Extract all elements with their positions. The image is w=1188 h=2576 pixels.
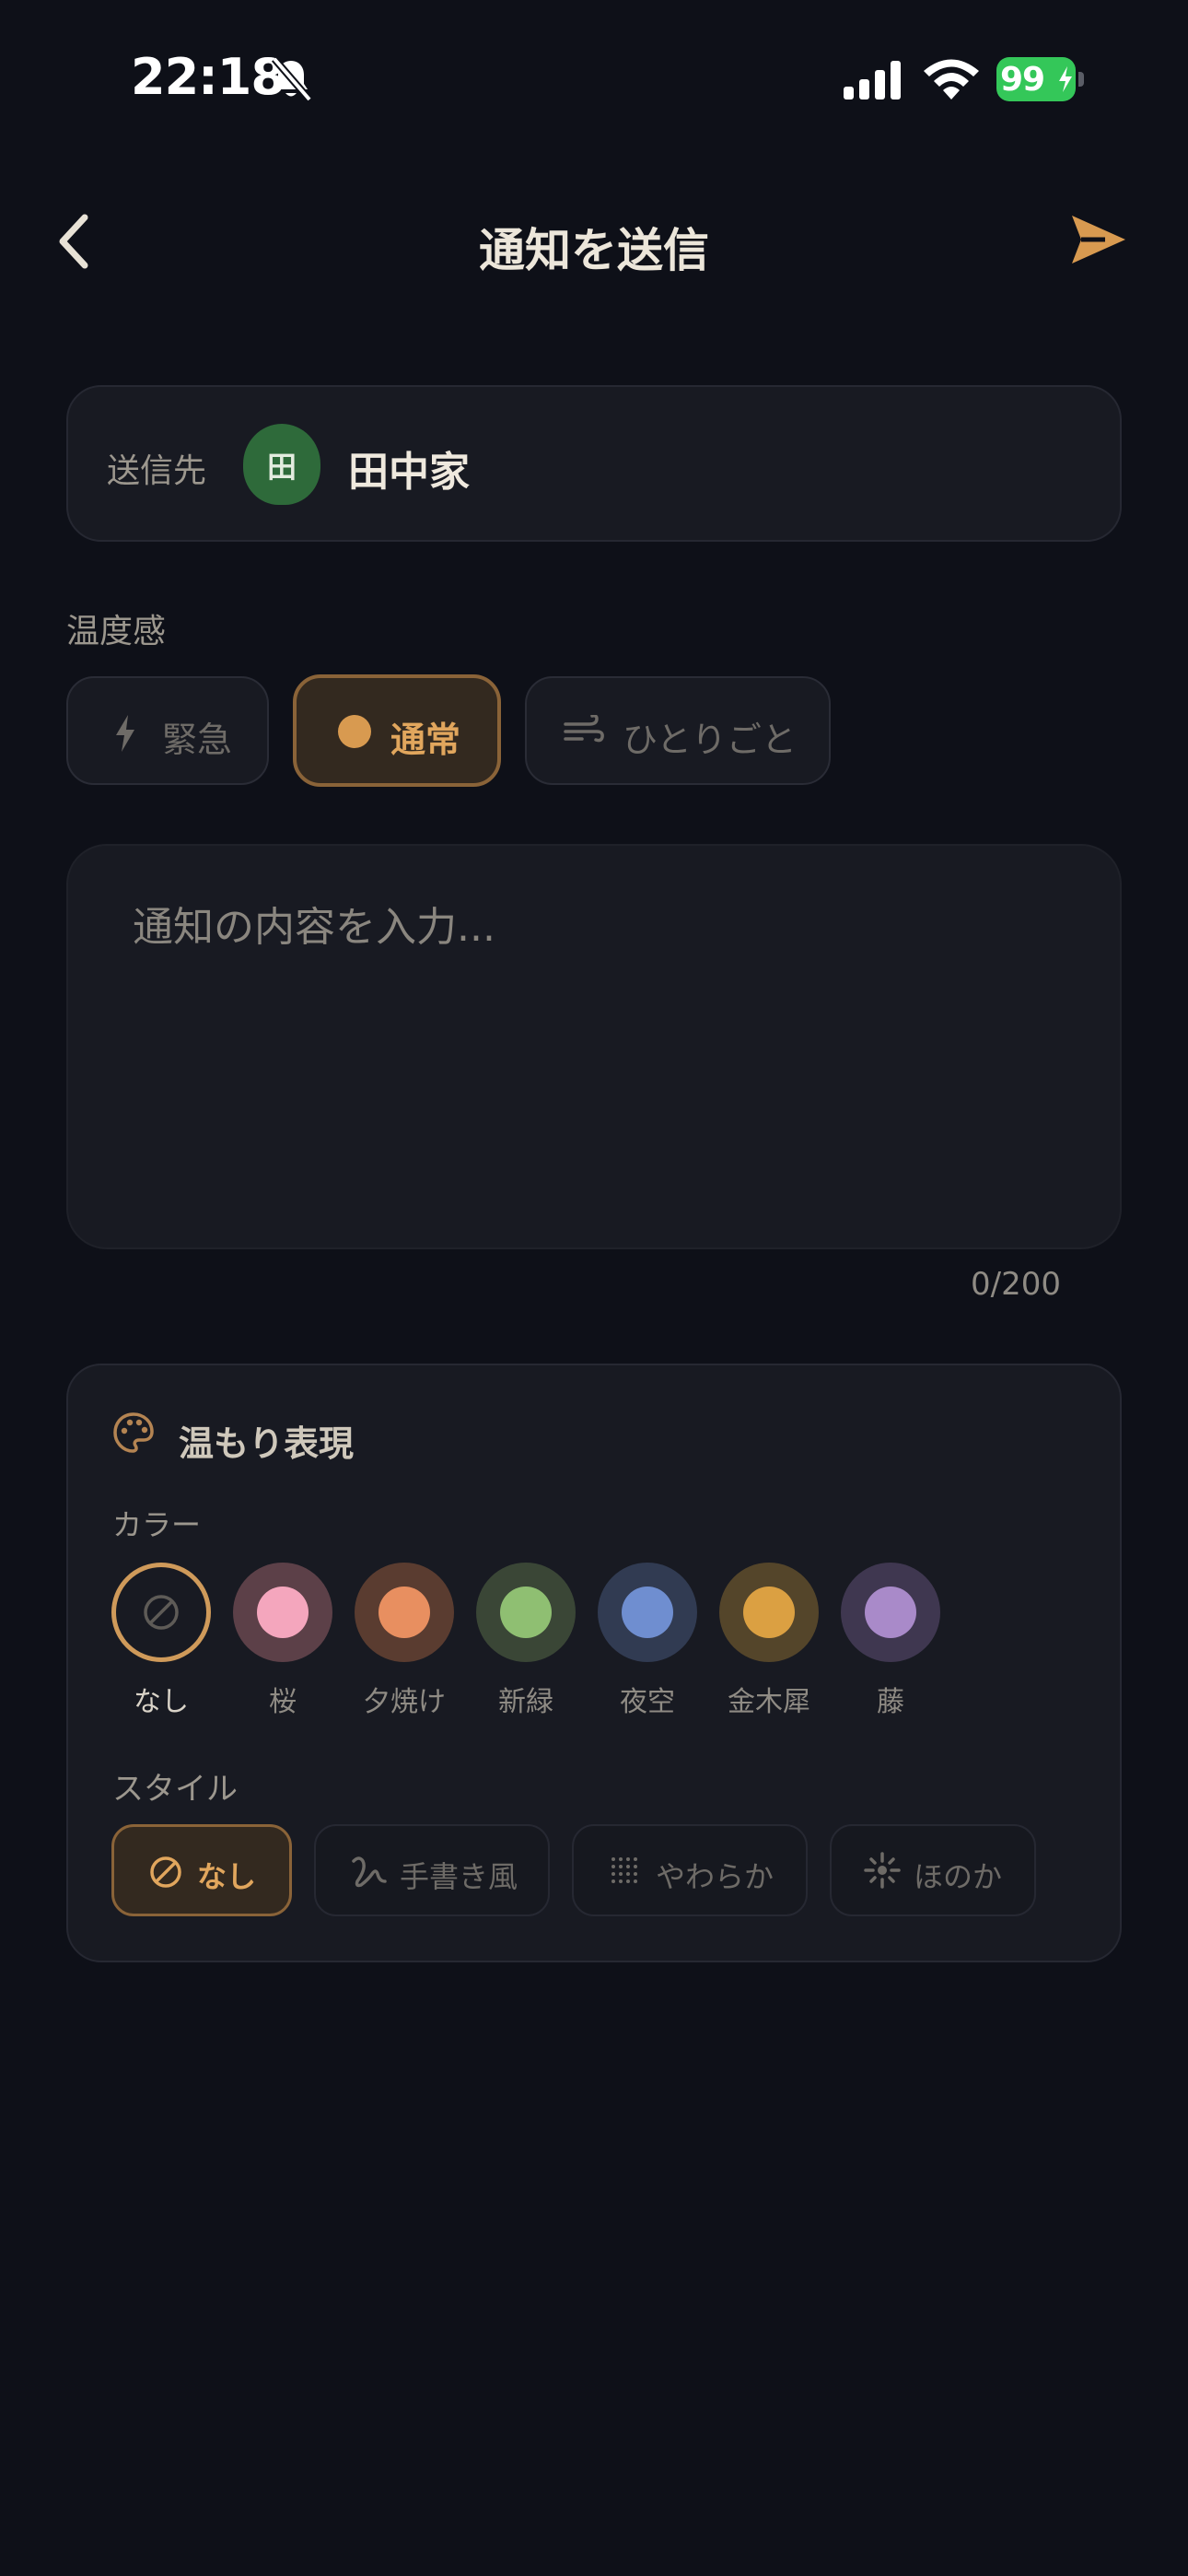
charging-bolt-icon — [1059, 66, 1072, 92]
recipient-name: 田中家 — [348, 449, 470, 496]
ban-icon — [144, 1595, 179, 1630]
recipient-label: 送信先 — [107, 452, 207, 490]
battery-indicator: 99 — [996, 57, 1085, 101]
palette-icon — [113, 1412, 154, 1453]
temperature-option-solo-label: ひとりごと — [623, 720, 797, 760]
warmth-title: 温もり表現 — [179, 1423, 355, 1464]
color-option-sunset[interactable] — [355, 1563, 454, 1662]
style-option-handwritten-label: 手書き風 — [400, 1859, 518, 1894]
style-option-soft-label: やわらか — [656, 1859, 775, 1894]
style-option-faint-label: ほのか — [914, 1859, 1003, 1894]
color-option-fresh-green[interactable] — [476, 1563, 576, 1662]
recipient-card[interactable] — [66, 385, 1122, 542]
color-option-sakura[interactable] — [233, 1563, 332, 1662]
temperature-label: 温度感 — [66, 613, 167, 650]
sparkle-icon — [864, 1852, 901, 1889]
wifi-icon — [924, 59, 979, 100]
color-option-wisteria[interactable] — [841, 1563, 940, 1662]
color-option-night-sky[interactable] — [598, 1563, 697, 1662]
wind-icon — [564, 715, 604, 743]
temperature-option-urgent-label: 緊急 — [162, 720, 233, 760]
ban-icon — [150, 1856, 181, 1888]
scribble-icon — [352, 1856, 387, 1888]
avatar-initial: 田 — [266, 450, 297, 485]
signal-icon — [844, 61, 901, 100]
color-option-wisteria-label: 藤 — [877, 1686, 904, 1718]
status-time: 22:18 — [131, 48, 285, 106]
page-title: 通知を送信 — [479, 224, 709, 277]
color-option-osmanthus[interactable] — [719, 1563, 819, 1662]
color-option-none[interactable] — [111, 1563, 211, 1662]
battery-level: 99 — [1000, 61, 1045, 99]
bell-muted-icon — [271, 56, 313, 102]
dot-icon — [338, 715, 371, 748]
temperature-option-normal-label: 通常 — [390, 720, 461, 760]
character-counter: 0/200 — [971, 1266, 1061, 1303]
color-label: カラー — [112, 1507, 202, 1542]
style-label: スタイル — [112, 1771, 238, 1808]
send-icon[interactable] — [1068, 212, 1127, 267]
bolt-icon — [116, 715, 134, 752]
message-placeholder: 通知の内容を入力... — [133, 904, 495, 951]
avatar: 田 — [243, 424, 320, 505]
style-option-none-label: なし — [197, 1859, 257, 1894]
dots-grid-icon — [611, 1857, 637, 1883]
